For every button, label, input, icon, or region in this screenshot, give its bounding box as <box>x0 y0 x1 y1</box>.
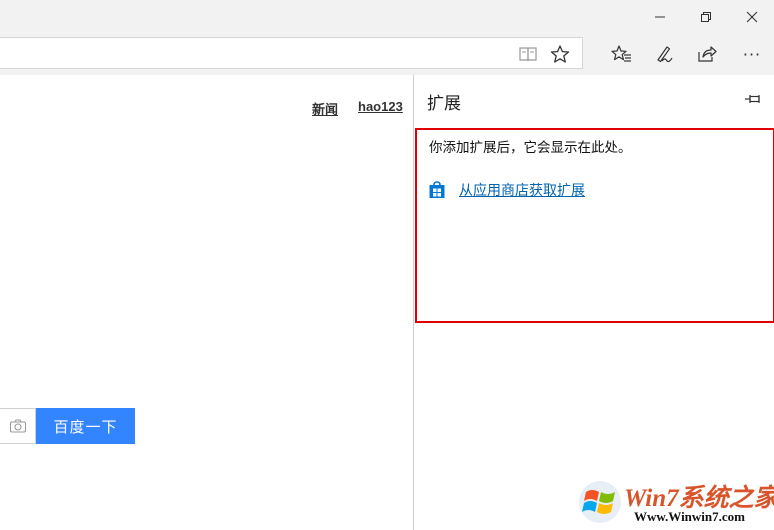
reading-view-button[interactable] <box>513 39 543 69</box>
hao123-link[interactable]: hao123 <box>358 99 403 114</box>
restore-icon <box>701 11 711 22</box>
favorite-star-icon <box>550 45 570 63</box>
pin-icon <box>745 95 760 103</box>
favorites-hub-button[interactable] <box>606 39 636 69</box>
windows-logo-icon <box>579 481 621 523</box>
empty-extensions-message: 你添加扩展后，它会显示在此处。 <box>429 140 632 156</box>
reading-view-icon <box>519 47 537 62</box>
image-search-button[interactable] <box>0 408 36 444</box>
more-button[interactable]: ··· <box>737 39 767 69</box>
favorites-hub-icon <box>611 45 631 62</box>
address-bar[interactable] <box>0 37 583 69</box>
title-bar <box>0 0 774 33</box>
panel-title: 扩展 <box>427 94 461 114</box>
store-bag-icon <box>429 181 445 198</box>
web-note-pen-icon <box>657 46 673 63</box>
pin-panel-button[interactable] <box>742 91 764 107</box>
minimize-button[interactable] <box>637 0 683 33</box>
watermark: Win7系统之家 Www.Winwin7.com <box>572 474 774 528</box>
close-button[interactable] <box>729 0 774 33</box>
store-link-label: 从应用商店获取扩展 <box>459 183 585 199</box>
extensions-panel: 扩展 你添加扩展后，它会显示在此处。 从应用商店获取扩展 <box>413 75 774 530</box>
extensions-highlight-box: 你添加扩展后，它会显示在此处。 从应用商店获取扩展 <box>415 128 774 323</box>
share-icon <box>698 46 717 62</box>
close-icon <box>746 11 758 22</box>
add-favorite-button[interactable] <box>545 39 575 69</box>
watermark-url: Www.Winwin7.com <box>634 509 745 524</box>
more-icon: ··· <box>742 44 762 64</box>
store-extensions-link[interactable]: 从应用商店获取扩展 <box>428 180 585 200</box>
web-page: 新闻 hao123 百度一下 <box>0 75 413 530</box>
baidu-search-button[interactable]: 百度一下 <box>36 408 135 444</box>
camera-icon <box>9 419 26 433</box>
minimize-icon <box>655 16 665 17</box>
web-note-button[interactable] <box>649 39 679 69</box>
news-link[interactable]: 新闻 <box>312 99 338 118</box>
restore-button[interactable] <box>683 0 729 33</box>
browser-toolbar: ··· <box>0 33 774 75</box>
share-button[interactable] <box>692 39 722 69</box>
